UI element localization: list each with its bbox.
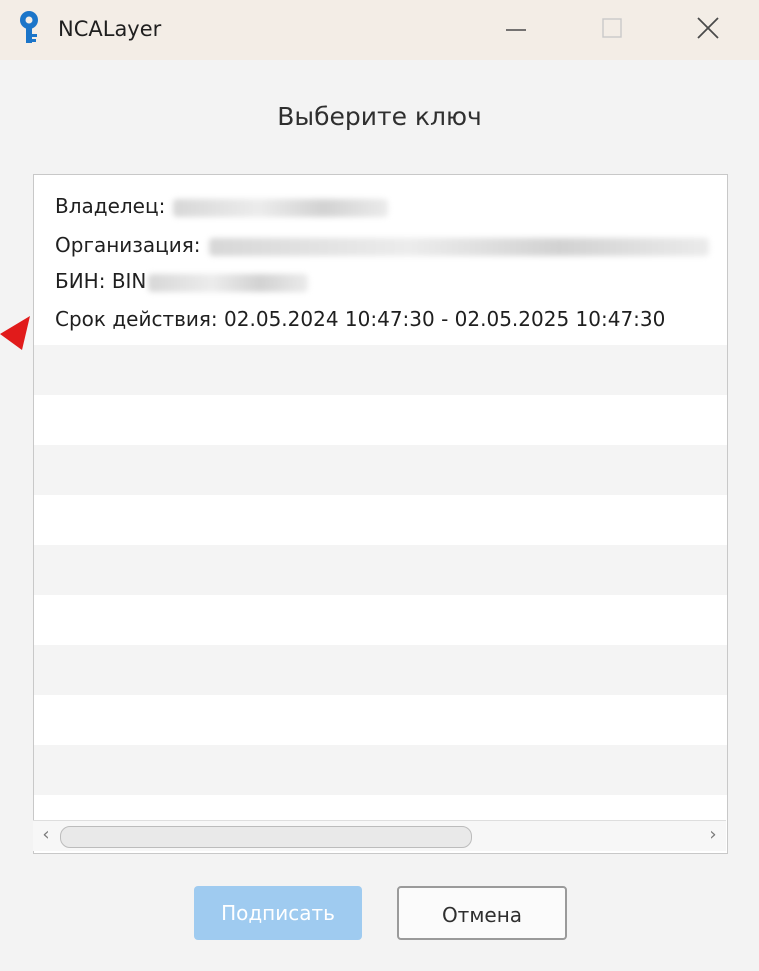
list-stripe: [34, 695, 727, 745]
cancel-button[interactable]: Отмена: [397, 886, 567, 940]
maximize-button[interactable]: [592, 10, 632, 46]
list-stripe: [34, 745, 727, 795]
list-stripe: [34, 495, 727, 545]
scrollbar-thumb[interactable]: [60, 826, 472, 848]
list-stripe: [34, 595, 727, 645]
list-stripe: [34, 445, 727, 495]
list-stripe: [34, 545, 727, 595]
organization-value-redacted: [208, 237, 709, 256]
key-app-icon: [14, 10, 44, 46]
validity-value: 02.05.2024 10:47:30 - 02.05.2025 10:47:3…: [224, 307, 666, 331]
bin-value-redacted: [148, 273, 309, 292]
annotation-arrow-icon: [0, 312, 40, 362]
ncalayer-window: NCALayer Выберите ключ Владелец: Организ…: [0, 0, 759, 971]
scroll-right-icon[interactable]: ›: [702, 824, 724, 846]
owner-value-redacted: [173, 198, 389, 217]
list-stripe: [34, 395, 727, 445]
title-bar[interactable]: NCALayer: [0, 0, 759, 60]
close-icon: [697, 17, 719, 39]
window-title: NCALayer: [58, 17, 162, 41]
scroll-left-icon[interactable]: ‹: [35, 824, 57, 846]
organization-line: Организация:: [55, 232, 709, 258]
organization-label: Организация:: [55, 233, 201, 257]
horizontal-scrollbar[interactable]: ‹ ›: [33, 820, 726, 851]
owner-line: Владелец:: [55, 193, 389, 219]
sign-button[interactable]: Подписать: [194, 886, 362, 940]
key-list[interactable]: Владелец: Организация: БИН: BIN Срок дей…: [33, 174, 728, 854]
validity-line: Срок действия: 02.05.2024 10:47:30 - 02.…: [55, 306, 665, 332]
key-list-item[interactable]: Владелец: Организация: БИН: BIN Срок дей…: [34, 175, 727, 345]
validity-label: Срок действия:: [55, 307, 218, 331]
bin-label: БИН: BIN: [55, 269, 147, 293]
minimize-button[interactable]: [496, 10, 536, 46]
owner-label: Владелец:: [55, 194, 166, 218]
list-stripe: [34, 345, 727, 395]
dialog-title: Выберите ключ: [277, 102, 482, 131]
close-button[interactable]: [688, 10, 728, 46]
list-stripe: [34, 645, 727, 695]
bin-line: БИН: BIN: [55, 268, 309, 294]
minimize-icon: [506, 29, 526, 31]
maximize-icon: [602, 18, 622, 38]
